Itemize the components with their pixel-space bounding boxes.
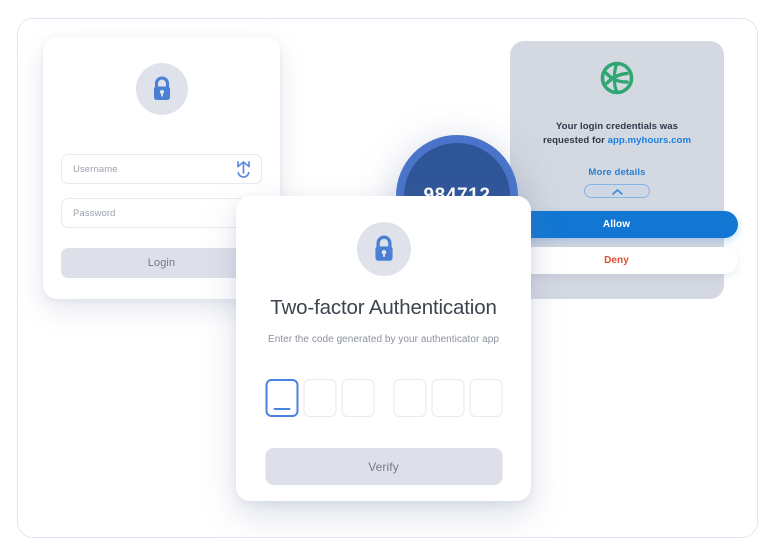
requesting-app-link[interactable]: app.myhours.com [608, 135, 691, 146]
deny-button[interactable]: Deny [495, 247, 738, 274]
fingerprint-icon[interactable] [233, 159, 253, 179]
login-request-message: Your login credentials was requested for… [524, 120, 710, 148]
login-button[interactable]: Login [61, 248, 262, 278]
two-factor-card: Two-factor Authentication Enter the code… [236, 196, 531, 501]
allow-button[interactable]: Allow [495, 211, 738, 238]
illustration-frame: Your login credentials was requested for… [17, 18, 758, 538]
login-lock-badge [135, 63, 188, 115]
more-details-toggle-button[interactable] [584, 184, 650, 198]
two-factor-title: Two-factor Authentication [270, 296, 497, 319]
message-line-1: Your login credentials was [555, 121, 679, 132]
username-field[interactable]: Username [61, 154, 262, 184]
verify-button[interactable]: Verify [265, 448, 502, 485]
otp-input-6[interactable] [469, 379, 502, 417]
password-placeholder: Password [73, 207, 116, 219]
otp-input-3[interactable] [341, 379, 374, 417]
otp-input-row [265, 379, 502, 417]
otp-input-5[interactable] [431, 379, 464, 417]
message-line-2-prefix: requested for [542, 134, 608, 146]
username-placeholder: Username [73, 163, 118, 175]
lock-icon [356, 222, 411, 276]
more-details-label[interactable]: More details [510, 167, 724, 178]
globe-icon [600, 61, 634, 100]
chevron-up-icon [611, 184, 624, 199]
screenshot-stage: Your login credentials was requested for… [0, 0, 777, 556]
otp-input-4[interactable] [393, 379, 426, 417]
otp-input-2[interactable] [303, 379, 336, 417]
two-factor-lock-badge [356, 222, 411, 276]
two-factor-subtitle: Enter the code generated by your authent… [268, 334, 499, 345]
password-field[interactable]: Password [61, 198, 262, 228]
lock-icon [135, 63, 188, 115]
otp-input-1[interactable] [265, 379, 298, 417]
